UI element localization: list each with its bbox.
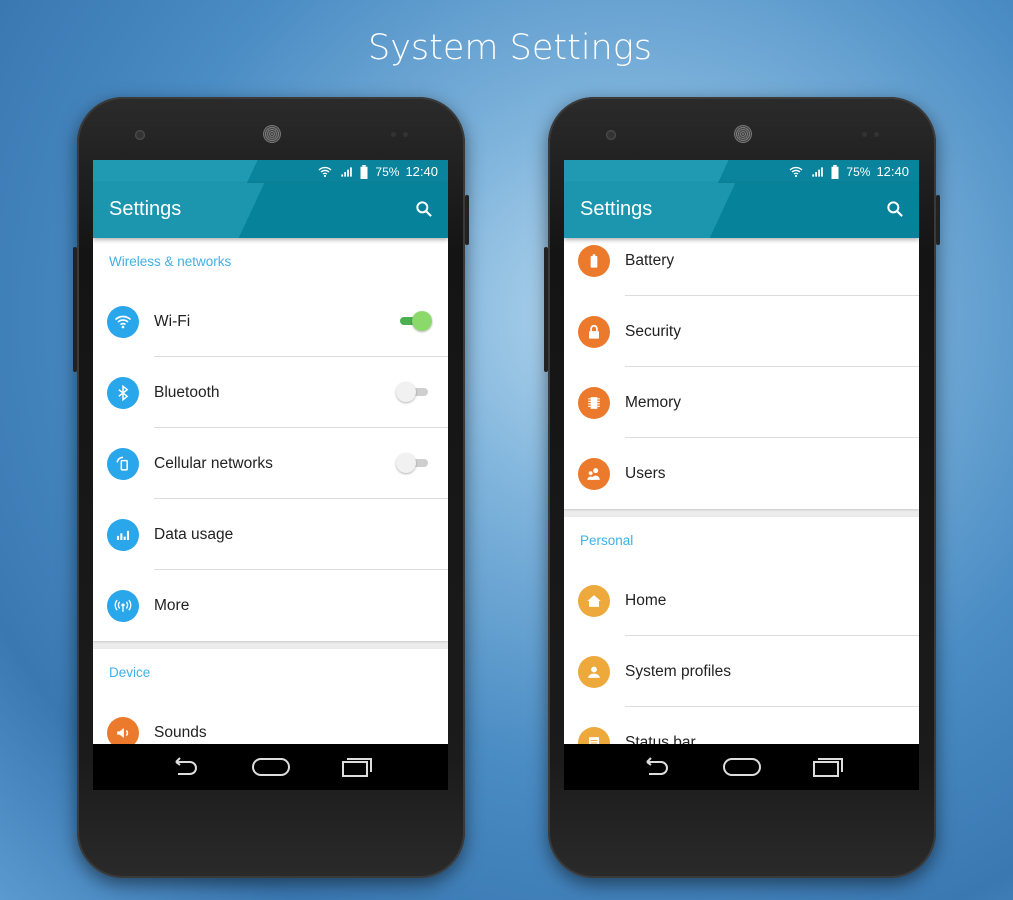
section-header: Personal bbox=[580, 533, 634, 548]
section-header: Device bbox=[109, 665, 151, 680]
back-icon[interactable] bbox=[168, 755, 202, 779]
toolbar-title: Settings bbox=[580, 198, 653, 220]
settings-item-cellular-networks[interactable]: Cellular networks bbox=[93, 428, 448, 499]
settings-item-label: Battery bbox=[625, 252, 675, 269]
more-wireless-icon bbox=[107, 589, 139, 622]
bluetooth-icon bbox=[107, 376, 139, 409]
earpiece-speaker bbox=[734, 125, 752, 143]
sound-icon bbox=[107, 716, 139, 744]
settings-item-status-bar[interactable]: Status bar bbox=[564, 707, 919, 744]
toolbar-title: Settings bbox=[109, 198, 182, 220]
battery-status-icon bbox=[360, 164, 368, 179]
earpiece-speaker bbox=[263, 125, 281, 143]
cellular-icon bbox=[107, 447, 139, 480]
bluetooth-toggle[interactable] bbox=[396, 382, 432, 402]
wi-fi-toggle[interactable] bbox=[396, 311, 432, 331]
settings-item-memory[interactable]: Memory bbox=[564, 367, 919, 438]
settings-section: Personal Home System profiles Status bar bbox=[564, 517, 919, 744]
search-icon[interactable] bbox=[885, 199, 905, 219]
settings-item-label: Status bar bbox=[625, 734, 696, 744]
settings-item-system-profiles[interactable]: System profiles bbox=[564, 636, 919, 707]
settings-item-home[interactable]: Home bbox=[564, 565, 919, 636]
cellular-networks-toggle[interactable] bbox=[396, 453, 432, 473]
battery-status-icon bbox=[831, 164, 839, 179]
settings-item-users[interactable]: Users bbox=[564, 438, 919, 509]
recent-apps-icon[interactable] bbox=[812, 755, 844, 779]
status-bar-icon bbox=[578, 726, 610, 744]
search-icon[interactable] bbox=[414, 199, 434, 219]
settings-item-label: Users bbox=[625, 465, 666, 482]
settings-list[interactable]: Wireless & networks Wi-Fi Bluetooth Cell… bbox=[93, 238, 448, 744]
front-camera bbox=[606, 130, 616, 140]
settings-item-label: Data usage bbox=[154, 526, 234, 543]
settings-item-bluetooth[interactable]: Bluetooth bbox=[93, 357, 448, 428]
settings-item-label: Sounds bbox=[154, 724, 207, 741]
settings-item-sounds[interactable]: Sounds bbox=[93, 697, 448, 744]
section-header: Wireless & networks bbox=[109, 254, 232, 269]
settings-section: Battery Security Memory Users bbox=[564, 238, 919, 509]
app-toolbar: Settings bbox=[93, 183, 448, 238]
settings-item-data-usage[interactable]: Data usage bbox=[93, 499, 448, 570]
recent-apps-icon[interactable] bbox=[341, 755, 373, 779]
settings-item-more[interactable]: More bbox=[93, 570, 448, 641]
settings-item-label: Bluetooth bbox=[154, 384, 220, 401]
settings-section: Wireless & networks Wi-Fi Bluetooth Cell… bbox=[93, 238, 448, 641]
users-icon bbox=[578, 457, 610, 490]
back-icon[interactable] bbox=[639, 755, 673, 779]
settings-item-label: Security bbox=[625, 323, 681, 340]
page-title: System Settings bbox=[368, 28, 652, 68]
settings-item-battery[interactable]: Battery bbox=[564, 238, 919, 296]
navigation-bar bbox=[564, 744, 919, 790]
settings-item-label: Cellular networks bbox=[154, 455, 273, 472]
settings-item-label: Memory bbox=[625, 394, 681, 411]
settings-section: Device Sounds bbox=[93, 649, 448, 744]
memory-chip-icon bbox=[578, 386, 610, 419]
home-icon bbox=[578, 584, 610, 617]
phone-mockup: 75% 12:40 Settings Wireless & networks W… bbox=[73, 97, 469, 878]
status-bar: 75% 12:40 bbox=[93, 160, 448, 183]
battery-percent: 75% bbox=[375, 164, 400, 179]
battery-icon bbox=[578, 244, 610, 277]
home-button-icon[interactable] bbox=[251, 756, 291, 778]
app-toolbar: Settings bbox=[564, 183, 919, 238]
data-usage-icon bbox=[107, 518, 139, 551]
navigation-bar bbox=[93, 744, 448, 790]
settings-item-security[interactable]: Security bbox=[564, 296, 919, 367]
wifi-icon bbox=[107, 305, 139, 338]
phone-screen: 75% 12:40 Settings Battery Security Memo… bbox=[564, 160, 919, 790]
wifi-signal-icon bbox=[789, 166, 803, 177]
cell-signal-icon bbox=[812, 166, 824, 177]
clock: 12:40 bbox=[876, 164, 909, 179]
wifi-signal-icon bbox=[318, 166, 332, 177]
home-button-icon[interactable] bbox=[722, 756, 762, 778]
battery-percent: 75% bbox=[846, 164, 871, 179]
lock-icon bbox=[578, 315, 610, 348]
profile-icon bbox=[578, 655, 610, 688]
settings-item-label: Wi-Fi bbox=[154, 313, 191, 330]
settings-item-label: More bbox=[154, 597, 190, 614]
settings-item-wi-fi[interactable]: Wi-Fi bbox=[93, 286, 448, 357]
front-camera bbox=[135, 130, 145, 140]
status-bar: 75% 12:40 bbox=[564, 160, 919, 183]
settings-list[interactable]: Battery Security Memory Users Personal Ho… bbox=[564, 238, 919, 744]
phone-screen: 75% 12:40 Settings Wireless & networks W… bbox=[93, 160, 448, 790]
cell-signal-icon bbox=[341, 166, 353, 177]
clock: 12:40 bbox=[405, 164, 438, 179]
settings-item-label: Home bbox=[625, 592, 667, 609]
settings-item-label: System profiles bbox=[625, 663, 731, 680]
phone-mockup: 75% 12:40 Settings Battery Security Memo… bbox=[544, 97, 940, 878]
